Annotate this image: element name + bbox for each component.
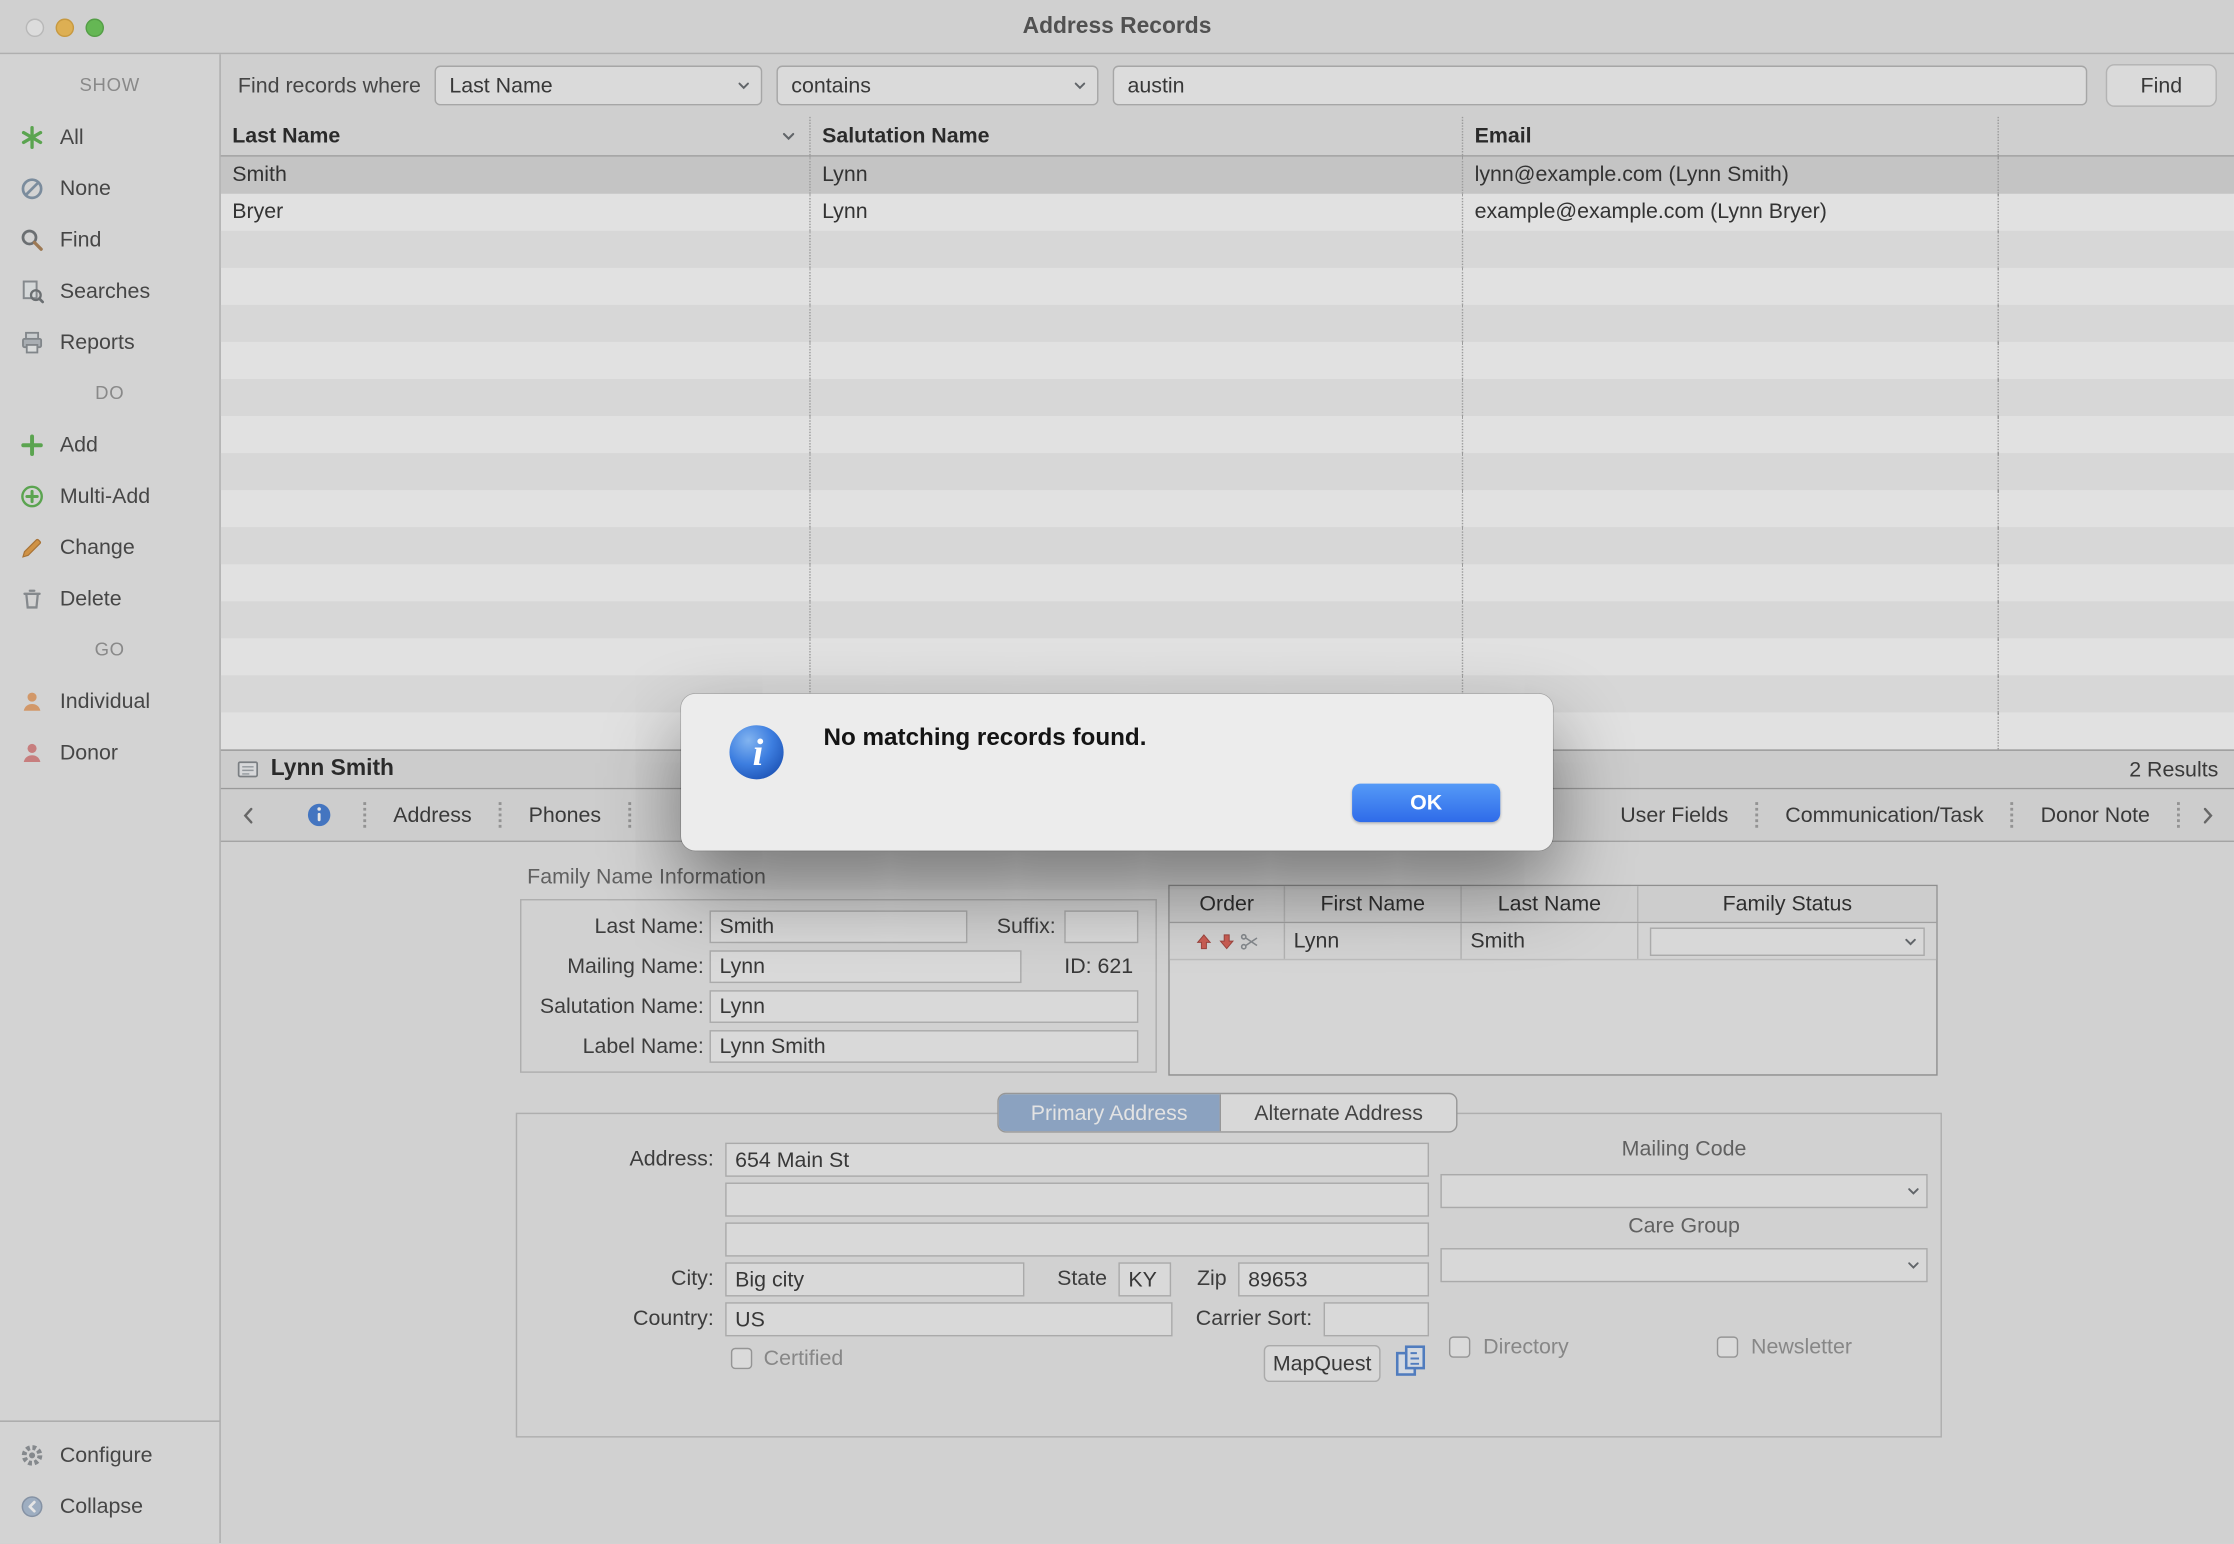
alert-dialog: i No matching records found. OK xyxy=(681,694,1553,851)
dialog-message: No matching records found. xyxy=(823,724,1146,752)
dialog-ok-button[interactable]: OK xyxy=(1352,784,1500,822)
svg-text:i: i xyxy=(753,732,764,774)
screen: Address Records SHOWAllNoneFindSearchesR… xyxy=(0,0,2234,1544)
info-dialog-icon: i xyxy=(728,724,785,781)
